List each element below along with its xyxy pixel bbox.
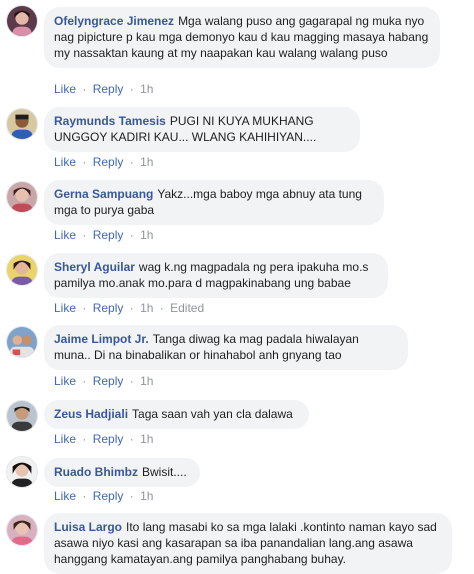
comment-author[interactable]: Zeus Hadjiali: [54, 407, 128, 421]
separator: ·: [129, 155, 134, 169]
comment-bubble: Jaime Limpot Jr. Tanga diwag ka mag padal…: [44, 325, 408, 370]
comment-actions: Like · Reply · 1h: [54, 374, 153, 388]
comment-bubble: Raymunds Tamesis PUGI NI KUYA MUKHANG UNG…: [44, 107, 360, 152]
comment-author[interactable]: Raymunds Tamesis: [54, 114, 166, 128]
avatar[interactable]: [6, 400, 38, 432]
comment-bubble: Sheryl Aguilar wag k.ng magpadala ng pera…: [44, 253, 388, 298]
comment-bubble: Luisa Largo Ito lang masabi ko sa mga lal…: [44, 513, 452, 574]
comment-timestamp[interactable]: 1h: [140, 301, 153, 315]
like-link[interactable]: Like: [54, 82, 76, 96]
separator: ·: [82, 489, 87, 503]
comment-author[interactable]: Ruado Bhimbz: [54, 465, 138, 479]
separator: ·: [82, 228, 87, 242]
avatar[interactable]: [6, 514, 38, 546]
comment-actions: Like · Reply · 1h: [54, 82, 153, 96]
separator: ·: [129, 489, 134, 503]
like-link[interactable]: Like: [54, 301, 76, 315]
comment-actions: Like · Reply · 1h: [54, 432, 153, 446]
reply-link[interactable]: Reply: [93, 489, 124, 503]
separator: ·: [129, 228, 134, 242]
comment-actions: Like · Reply · 1h: [54, 155, 153, 169]
comment-timestamp[interactable]: 1h: [140, 489, 153, 503]
comment-timestamp[interactable]: 1h: [140, 374, 153, 388]
avatar[interactable]: [6, 254, 38, 286]
edited-label[interactable]: Edited: [170, 301, 204, 315]
comment-timestamp[interactable]: 1h: [140, 155, 153, 169]
comment-author[interactable]: Luisa Largo: [54, 520, 122, 534]
comments-list: Ofelyngrace Jimenez Mga walang puso ang g…: [0, 0, 474, 574]
reply-link[interactable]: Reply: [93, 301, 124, 315]
separator: ·: [82, 432, 87, 446]
like-link[interactable]: Like: [54, 489, 76, 503]
separator: ·: [129, 432, 134, 446]
like-link[interactable]: Like: [54, 228, 76, 242]
reply-link[interactable]: Reply: [93, 374, 124, 388]
comment-bubble: Ofelyngrace Jimenez Mga walang puso ang g…: [44, 7, 440, 68]
reply-link[interactable]: Reply: [93, 432, 124, 446]
separator: ·: [159, 301, 164, 315]
comment-author[interactable]: Jaime Limpot Jr.: [54, 332, 149, 346]
comment-text: Taga saan vah yan cla dalawa: [132, 407, 293, 421]
comment-actions: Like · Reply · 1h: [54, 489, 153, 503]
avatar[interactable]: [6, 326, 38, 358]
separator: ·: [129, 301, 134, 315]
comment-bubble: Ruado Bhimbz Bwisit....: [44, 458, 200, 487]
like-link[interactable]: Like: [54, 432, 76, 446]
avatar[interactable]: [6, 181, 38, 213]
comment-timestamp[interactable]: 1h: [140, 228, 153, 242]
avatar[interactable]: [6, 108, 38, 140]
reply-link[interactable]: Reply: [93, 155, 124, 169]
comment-timestamp[interactable]: 1h: [140, 432, 153, 446]
comment-author[interactable]: Ofelyngrace Jimenez: [54, 14, 174, 28]
comment-bubble: Gerna Sampuang Yakz...mga baboy mga abnuy…: [44, 180, 384, 225]
reply-link[interactable]: Reply: [93, 82, 124, 96]
separator: ·: [82, 301, 87, 315]
comment-timestamp[interactable]: 1h: [140, 82, 153, 96]
like-link[interactable]: Like: [54, 374, 76, 388]
reply-link[interactable]: Reply: [93, 228, 124, 242]
separator: ·: [129, 374, 134, 388]
comment-author[interactable]: Gerna Sampuang: [54, 187, 153, 201]
comment-text: Bwisit....: [142, 465, 187, 479]
separator: ·: [82, 82, 87, 96]
separator: ·: [129, 82, 134, 96]
like-link[interactable]: Like: [54, 155, 76, 169]
avatar[interactable]: [6, 5, 38, 37]
comment-author[interactable]: Sheryl Aguilar: [54, 260, 135, 274]
comment-actions: Like · Reply · 1h · Edited: [54, 301, 204, 315]
comment-bubble: Zeus Hadjiali Taga saan vah yan cla dalaw…: [44, 400, 309, 429]
separator: ·: [82, 155, 87, 169]
comment-actions: Like · Reply · 1h: [54, 228, 153, 242]
separator: ·: [82, 374, 87, 388]
avatar[interactable]: [6, 456, 38, 488]
